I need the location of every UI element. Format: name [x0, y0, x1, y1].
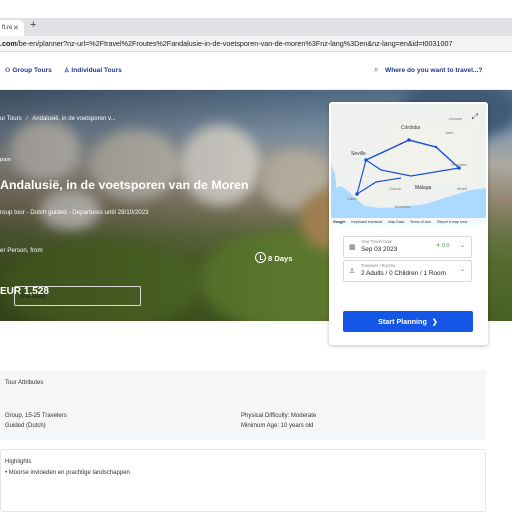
highlights-heading: Highlights — [5, 459, 32, 465]
tour-subtitle: roup tour - Dutch guided - Departures un… — [0, 209, 149, 216]
person-icon: ♙ — [349, 268, 356, 275]
breadcrumb-separator: / — [26, 116, 28, 122]
travel-date-value: Sep 03 2023 — [361, 246, 398, 253]
breadcrumb-current: Andalusië, in de voetsporen v... — [32, 116, 116, 122]
map-label-seville: Seville — [351, 151, 366, 157]
site-header: ⚇ Group Tours ♙ Individual Tours ⌕ Where d… — [0, 52, 512, 90]
map-label-marbella: Marbella — [395, 204, 411, 209]
bullet-icon: • — [5, 470, 8, 476]
new-tab-button[interactable]: + — [30, 19, 36, 31]
nav-group-tours-label: Group Tours — [12, 67, 52, 74]
travelers-label: Travelers / Rooms — [361, 263, 396, 268]
calendar-icon: ▦ — [349, 244, 356, 251]
map-label-malaga: Málaga — [415, 185, 432, 191]
breadcrumb: ur Tours / Andalusië, in de voetsporen v… — [0, 116, 116, 122]
fullscreen-icon[interactable]: ⤢ — [472, 112, 478, 122]
map-label-granada: Granada — [451, 162, 467, 167]
group-icon: ⚇ — [5, 68, 11, 74]
map-footer: Google Keyboard shortcuts Map Data Terms… — [331, 218, 486, 225]
plane-icon: ✈ — [436, 243, 441, 249]
search-input[interactable]: ⌕ Where do you want to travel...? — [372, 63, 512, 79]
highlights-section: Highlights • Moorse invloeden en prachti… — [0, 449, 486, 512]
nav-individual-tours[interactable]: ♙ Individual Tours — [64, 67, 122, 74]
route-map[interactable]: Córdoba Seville Granada Málaga Linares J… — [331, 104, 486, 225]
map-footer-link[interactable]: Map Data — [388, 220, 404, 224]
search-placeholder: Where do you want to travel...? — [385, 67, 483, 74]
travel-date-label: Your Travel Date — [361, 239, 393, 244]
price-label: er Person, from — [0, 247, 43, 254]
breadcrumb-parent[interactable]: ur Tours — [0, 116, 22, 122]
page-title: Andalusië, in de voetsporen van de Moren — [0, 178, 249, 192]
map-label-linares: Linares — [449, 116, 463, 121]
chevron-down-icon: ⌄ — [128, 293, 134, 299]
map-footer-link[interactable]: Keyboard shortcuts — [351, 220, 382, 224]
chevron-down-icon: ⌄ — [459, 267, 465, 273]
room-type-select[interactable]: Standard ⌄ — [14, 286, 141, 306]
address-bar[interactable]: .com/be-en/planner?nz-url=%2Ftravel%2Fro… — [0, 36, 512, 52]
map-label-motril: Motril — [457, 186, 467, 191]
url-path: /be-en/planner?nz-url=%2Ftravel%2Froutes… — [16, 39, 453, 48]
highlight-text: Moorse invloeden en prachtige landschapp… — [8, 470, 130, 476]
url-text: .com/be-en/planner?nz-url=%2Ftravel%2Fro… — [0, 39, 452, 48]
map-label-jaen: Jaén — [445, 130, 454, 135]
start-planning-label: Start Planning — [378, 317, 427, 326]
tour-country: pain — [0, 157, 11, 163]
nav-individual-tours-label: Individual Tours — [71, 67, 122, 74]
nav-group-tours[interactable]: ⚇ Group Tours — [5, 67, 52, 74]
chevron-right-icon: ❯ — [431, 317, 438, 326]
browser-tab[interactable]: ft.re ✕ — [0, 20, 24, 36]
attribute-min-age: Minimum Age: 10 years old — [241, 423, 314, 429]
map-footer-link[interactable]: Report a map error — [437, 220, 467, 224]
url-domain: .com — [0, 39, 17, 48]
clock-icon — [255, 252, 266, 263]
search-icon: ⌕ — [374, 65, 379, 74]
tab-bar: ft.re ✕ + — [0, 18, 512, 36]
room-type-value: Standard — [20, 293, 46, 300]
attribute-difficulty: Physical Difficulty: Moderate — [241, 413, 317, 419]
map-google-logo: Google — [333, 219, 346, 224]
start-planning-button[interactable]: Start Planning ❯ — [343, 311, 473, 332]
travelers-value: 2 Adults / 0 Children / 1 Room — [361, 270, 446, 277]
map-label-cadiz: Cádiz — [347, 196, 358, 201]
tour-attributes-heading: Tour Attributes — [5, 380, 44, 386]
tour-attributes-section: Tour Attributes Group, 15-25 Travelers G… — [0, 370, 486, 440]
person-icon: ♙ — [64, 68, 70, 74]
trip-planner-card: Córdoba Seville Granada Málaga Linares J… — [329, 102, 488, 345]
map-footer-link[interactable]: Terms of Use — [410, 220, 431, 224]
co2-value: 0.0 — [442, 243, 450, 249]
map-label-cordoba: Córdoba — [401, 125, 421, 131]
list-item: • Moorse invloeden en prachtige landscha… — [5, 470, 130, 476]
travel-date-field[interactable]: ▦ Your Travel Date Sep 03 2023 ✈ 0.0 ⌄ — [343, 236, 472, 258]
map-label-osuna: Osuna — [389, 186, 401, 191]
browser-window: ft.re ✕ + .com/be-en/planner?nz-url=%2Ft… — [0, 0, 512, 512]
attribute-guided: Guided (Dutch) — [5, 423, 46, 429]
chevron-down-icon: ⌄ — [459, 243, 465, 249]
attribute-group: Group, 15-25 Travelers — [5, 413, 67, 419]
tour-duration: 8 Days — [268, 254, 293, 263]
close-tab-icon[interactable]: ✕ — [13, 24, 19, 32]
travelers-field[interactable]: ♙ Travelers / Rooms 2 Adults / 0 Childre… — [343, 260, 472, 282]
co2-indicator: ✈ 0.0 — [436, 243, 450, 249]
tab-title: ft.re — [2, 25, 13, 31]
